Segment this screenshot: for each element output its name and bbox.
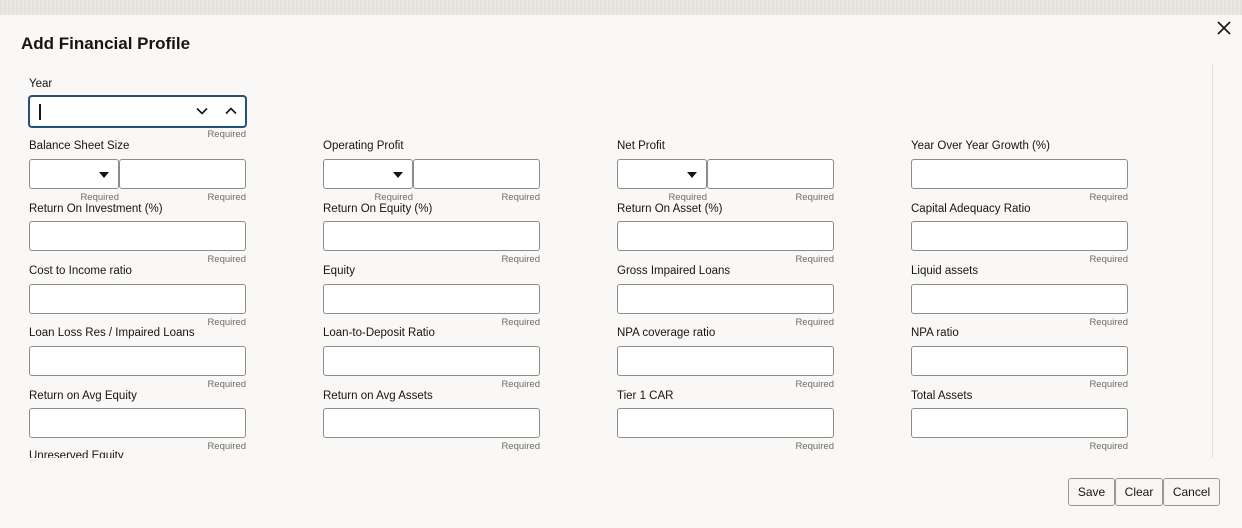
npa-coverage-ratio-label: NPA coverage ratio xyxy=(617,327,716,339)
close-button[interactable] xyxy=(1212,18,1234,40)
dialog-title: Add Financial Profile xyxy=(21,34,191,53)
tier1-car-input[interactable] xyxy=(617,408,834,438)
roae-input[interactable] xyxy=(29,408,246,438)
npa-ratio-input[interactable] xyxy=(911,346,1128,376)
balance-sheet-size-label: Balance Sheet Size xyxy=(29,140,130,152)
required-hint: Required xyxy=(501,379,540,390)
cost-income-input[interactable] xyxy=(29,284,246,314)
balance-sheet-size-input[interactable] xyxy=(119,159,246,189)
capital-adequacy-ratio-label: Capital Adequacy Ratio xyxy=(911,203,1031,215)
net-profit-label: Net Profit xyxy=(617,140,665,152)
net-profit-input[interactable] xyxy=(707,159,834,189)
roe-label: Return On Equity (%) xyxy=(323,203,433,215)
year-decrement-button[interactable] xyxy=(190,101,214,123)
required-hint: Required xyxy=(668,192,707,203)
operating-profit-input[interactable] xyxy=(413,159,540,189)
npa-coverage-ratio-input[interactable] xyxy=(617,346,834,376)
net-profit-currency-select[interactable] xyxy=(617,159,707,189)
roae-label: Return on Avg Equity xyxy=(29,390,137,402)
required-hint: Required xyxy=(1089,317,1128,328)
required-hint: Required xyxy=(1089,192,1128,203)
required-hint: Required xyxy=(80,192,119,203)
year-required-hint: Required xyxy=(207,129,246,140)
roaa-input[interactable] xyxy=(323,408,540,438)
equity-input[interactable] xyxy=(323,284,540,314)
liquid-assets-label: Liquid assets xyxy=(911,265,979,277)
total-assets-input[interactable] xyxy=(911,408,1128,438)
caret-down-icon xyxy=(99,172,109,178)
required-hint: Required xyxy=(795,379,834,390)
year-label: Year xyxy=(29,78,53,90)
top-strip xyxy=(0,0,1242,15)
total-assets-label: Total Assets xyxy=(911,390,973,402)
required-hint: Required xyxy=(795,317,834,328)
required-hint: Required xyxy=(1089,379,1128,390)
year-field[interactable] xyxy=(29,96,246,127)
roi-label: Return On Investment (%) xyxy=(29,203,163,215)
required-hint: Required xyxy=(1089,441,1128,452)
year-increment-button[interactable] xyxy=(219,101,243,123)
roa-input[interactable] xyxy=(617,221,834,251)
required-hint: Required xyxy=(795,192,834,203)
clear-button[interactable]: Clear xyxy=(1115,478,1163,506)
yoy-growth-input[interactable] xyxy=(911,159,1128,189)
caret-down-icon xyxy=(687,172,697,178)
yoy-growth-label: Year Over Year Growth (%) xyxy=(911,140,1050,152)
roi-input[interactable] xyxy=(29,221,246,251)
required-hint: Required xyxy=(1089,254,1128,265)
close-icon xyxy=(1217,21,1231,35)
required-hint: Required xyxy=(795,441,834,452)
roaa-label: Return on Avg Assets xyxy=(323,390,433,402)
chevron-up-icon xyxy=(225,107,237,115)
chevron-down-icon xyxy=(196,107,208,115)
loan-loss-res-label: Loan Loss Res / Impaired Loans xyxy=(29,327,195,339)
loan-deposit-ratio-input[interactable] xyxy=(323,346,540,376)
save-button[interactable]: Save xyxy=(1068,478,1115,506)
required-hint: Required xyxy=(374,192,413,203)
form-area[interactable]: Year Required Balance Sheet Size Require… xyxy=(21,64,1213,458)
operating-profit-currency-select[interactable] xyxy=(323,159,413,189)
roa-label: Return On Asset (%) xyxy=(617,203,723,215)
balance-sheet-currency-select[interactable] xyxy=(29,159,119,189)
equity-label: Equity xyxy=(323,265,355,277)
loan-deposit-ratio-label: Loan-to-Deposit Ratio xyxy=(323,327,435,339)
text-cursor xyxy=(39,104,41,120)
required-hint: Required xyxy=(207,192,246,203)
operating-profit-label: Operating Profit xyxy=(323,140,404,152)
required-hint: Required xyxy=(795,254,834,265)
required-hint: Required xyxy=(207,441,246,452)
caret-down-icon xyxy=(393,172,403,178)
unreserved-equity-label: Unreserved Equity xyxy=(29,450,124,458)
required-hint: Required xyxy=(207,254,246,265)
cancel-button[interactable]: Cancel xyxy=(1163,478,1220,506)
npa-ratio-label: NPA ratio xyxy=(911,327,959,339)
required-hint: Required xyxy=(501,441,540,452)
year-input[interactable] xyxy=(36,101,190,122)
liquid-assets-input[interactable] xyxy=(911,284,1128,314)
gross-impaired-loans-label: Gross Impaired Loans xyxy=(617,265,731,277)
required-hint: Required xyxy=(501,192,540,203)
required-hint: Required xyxy=(501,254,540,265)
required-hint: Required xyxy=(207,317,246,328)
required-hint: Required xyxy=(207,379,246,390)
required-hint: Required xyxy=(501,317,540,328)
loan-loss-res-input[interactable] xyxy=(29,346,246,376)
gross-impaired-loans-input[interactable] xyxy=(617,284,834,314)
roe-input[interactable] xyxy=(323,221,540,251)
tier1-car-label: Tier 1 CAR xyxy=(617,390,674,402)
cost-income-label: Cost to Income ratio xyxy=(29,265,132,277)
capital-adequacy-ratio-input[interactable] xyxy=(911,221,1128,251)
